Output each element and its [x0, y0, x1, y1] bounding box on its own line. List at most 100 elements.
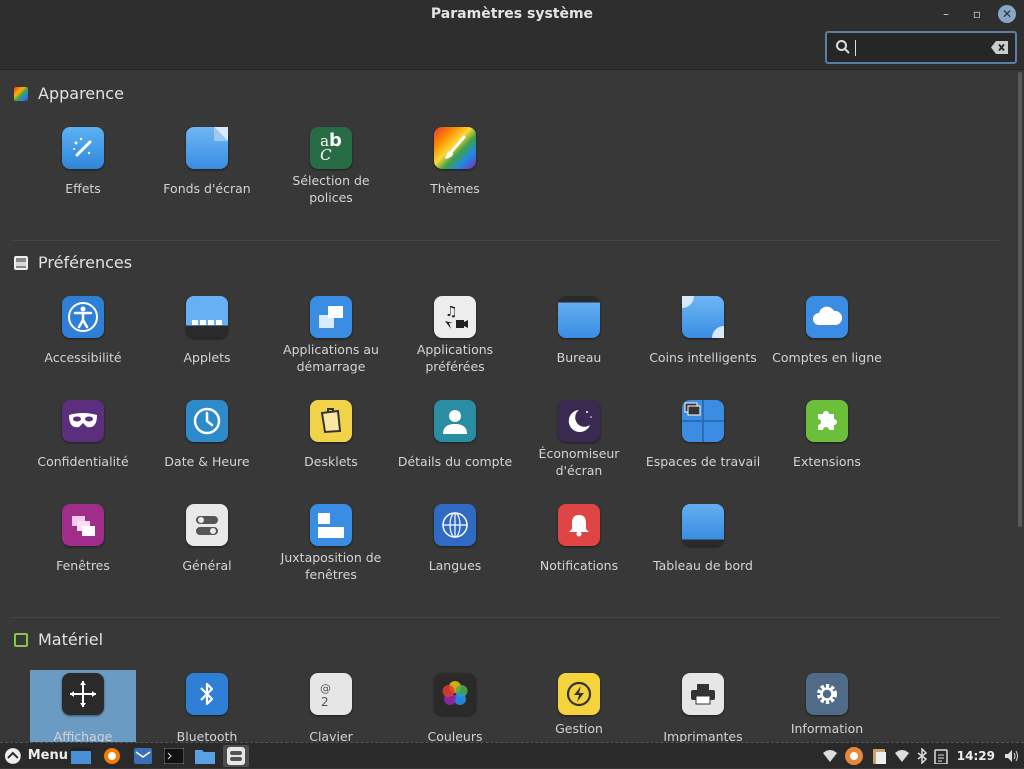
preferred-apps-icon: ♫ — [434, 296, 476, 338]
window-tiling-icon — [310, 504, 352, 546]
section-divider — [10, 240, 1000, 241]
update-manager-icon[interactable] — [844, 746, 864, 766]
mail-icon — [134, 747, 152, 764]
item-effets[interactable]: Effets — [21, 127, 145, 196]
clock-icon — [186, 400, 228, 442]
gear-icon — [806, 673, 848, 715]
scrollbar-thumb[interactable] — [1018, 72, 1022, 527]
window-titlebar: Paramètres système – ▫ ✕ — [0, 0, 1024, 70]
item-selection-polices[interactable]: ab C Sélection de polices — [269, 127, 393, 207]
item-economiseur-ecran[interactable]: Économiseur d'écran — [517, 400, 641, 480]
effects-icon — [62, 127, 104, 169]
section-divider — [10, 617, 1000, 618]
item-date-heure[interactable]: Date & Heure — [145, 400, 269, 469]
firefox-launcher[interactable] — [99, 745, 125, 767]
search-input[interactable] — [855, 38, 985, 58]
item-confidentialite[interactable]: Confidentialité — [21, 400, 145, 469]
item-label: Applications préférées — [416, 342, 494, 374]
item-information[interactable]: Information — [765, 673, 889, 742]
mint-logo-icon — [4, 747, 21, 764]
section-header-preferences: Préférences — [14, 253, 132, 272]
clock[interactable]: 14:29 — [957, 749, 995, 763]
item-juxtaposition[interactable]: Juxtaposition de fenêtres — [269, 504, 393, 584]
settings-toggles-icon — [227, 746, 245, 765]
settings-content: Apparence Effets Fonds d'écran ab C Sélec… — [0, 70, 1016, 742]
item-coins-intelligents[interactable]: Coins intelligents — [641, 296, 765, 365]
wifi-icon[interactable] — [894, 749, 910, 763]
restore-button[interactable]: ▫ — [968, 5, 986, 23]
item-comptes-en-ligne[interactable]: Comptes en ligne — [765, 296, 889, 365]
item-bluetooth[interactable]: Bluetooth — [145, 673, 269, 742]
item-applets[interactable]: Applets — [145, 296, 269, 365]
network-icon[interactable] — [822, 749, 838, 763]
item-notifications[interactable]: Notifications — [517, 504, 641, 573]
item-tableau-de-bord[interactable]: Tableau de bord — [641, 504, 765, 573]
item-label: Applications au démarrage — [283, 342, 379, 374]
vertical-scrollbar[interactable] — [1016, 70, 1024, 742]
item-label: Fonds d'écran — [163, 181, 251, 196]
item-label: Coins intelligents — [649, 350, 757, 365]
item-label: Accessibilité — [44, 350, 122, 365]
system-settings-task[interactable] — [223, 744, 249, 767]
volume-icon[interactable] — [1004, 749, 1020, 763]
show-desktop-button[interactable] — [68, 745, 94, 767]
item-accessibilite[interactable]: Accessibilité — [21, 296, 145, 365]
item-general[interactable]: Général — [145, 504, 269, 573]
item-label: Applets — [183, 350, 231, 365]
screensaver-moon-icon — [558, 400, 600, 442]
search-icon — [836, 40, 850, 54]
item-applications-demarrage[interactable]: Applications au démarrage — [269, 296, 393, 376]
appearance-icon — [14, 86, 28, 101]
bluetooth-icon — [186, 673, 228, 715]
item-langues[interactable]: Langues — [393, 504, 517, 573]
item-fonds-ecran[interactable]: Fonds d'écran — [145, 127, 269, 196]
item-fenetres[interactable]: Fenêtres — [21, 504, 145, 573]
general-toggles-icon — [186, 504, 228, 546]
close-button[interactable]: ✕ — [998, 5, 1016, 23]
clipboard-icon[interactable] — [870, 747, 888, 765]
user-account-icon — [434, 400, 476, 442]
item-label: Espaces de travail — [645, 454, 761, 469]
item-extensions[interactable]: Extensions — [765, 400, 889, 469]
item-applications-preferees[interactable]: ♫ Applications préférées — [393, 296, 517, 376]
power-management-icon — [558, 673, 600, 715]
item-themes[interactable]: Thèmes — [393, 127, 517, 196]
firefox-icon — [104, 747, 120, 764]
bluetooth-tray-icon[interactable] — [916, 748, 928, 764]
item-imprimantes[interactable]: Imprimantes — [641, 673, 765, 742]
terminal-launcher[interactable] — [161, 745, 187, 767]
item-gestion[interactable]: Gestion — [517, 673, 641, 742]
svg-text:@: @ — [320, 682, 331, 695]
item-label: Clavier — [309, 729, 353, 742]
item-espaces-travail[interactable]: Espaces de travail — [641, 400, 765, 469]
item-affichage[interactable]: Affichage — [30, 670, 136, 742]
display-icon — [62, 673, 104, 715]
keyboard-key-icon: @2 — [310, 673, 352, 715]
item-desklets[interactable]: Desklets — [269, 400, 393, 469]
system-tray: 14:29 — [822, 743, 1024, 769]
search-field[interactable] — [825, 31, 1017, 64]
files-launcher[interactable] — [192, 745, 218, 767]
privacy-mask-icon — [62, 400, 104, 442]
minimize-button[interactable]: – — [937, 5, 955, 23]
item-label: Couleurs — [427, 729, 483, 742]
section-title: Apparence — [38, 84, 124, 103]
cloud-icon — [806, 296, 848, 338]
item-label: Gestion — [555, 721, 603, 736]
desktop-icon — [71, 747, 91, 764]
item-clavier[interactable]: @2 Clavier — [269, 673, 393, 742]
menu-button[interactable]: Menu — [0, 747, 68, 765]
bell-icon — [558, 504, 600, 546]
item-details-compte[interactable]: Détails du compte — [393, 400, 517, 469]
clear-search-icon[interactable] — [991, 41, 1009, 54]
preferences-icon — [14, 255, 28, 270]
item-bureau[interactable]: Bureau — [517, 296, 641, 365]
terminal-icon — [164, 747, 184, 764]
item-label: Fenêtres — [56, 558, 110, 573]
item-label: Notifications — [539, 558, 619, 573]
mail-launcher[interactable] — [130, 745, 156, 767]
section-header-materiel: Matériel — [14, 630, 103, 649]
item-couleurs[interactable]: Couleurs — [393, 673, 517, 742]
workspaces-icon — [682, 400, 724, 442]
clipboard-manager-icon[interactable] — [934, 748, 948, 764]
